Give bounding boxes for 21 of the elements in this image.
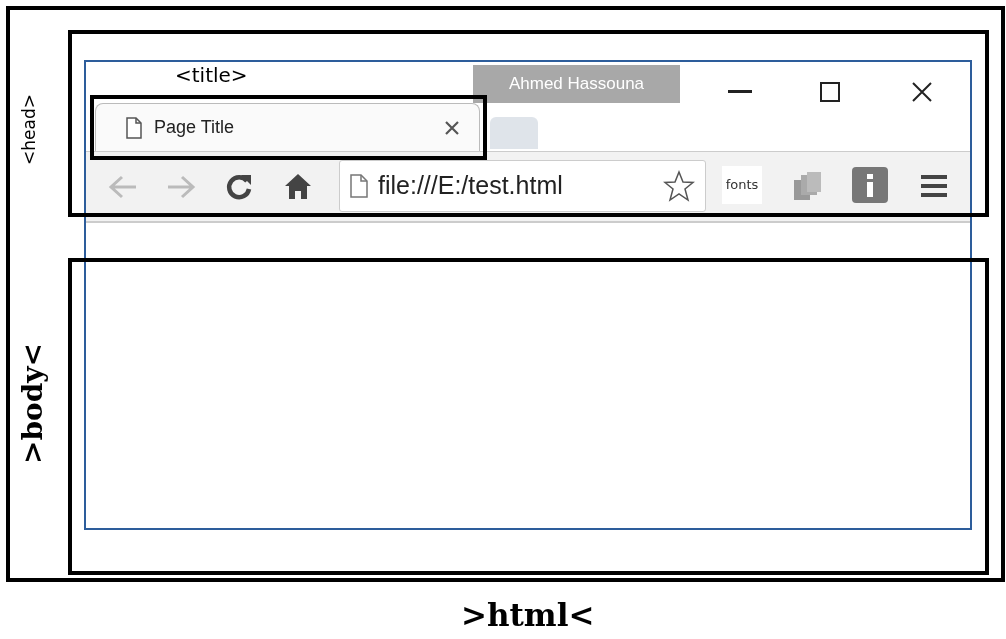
extension-icon[interactable] [792,170,824,202]
info-icon[interactable] [852,167,888,203]
maximize-icon[interactable] [820,82,840,102]
browser-tab[interactable]: Page Title [95,103,480,151]
extension-button[interactable]: fonts [722,166,762,204]
close-icon[interactable] [912,82,932,102]
minimize-icon[interactable] [728,90,752,94]
close-icon[interactable] [445,120,459,135]
address-text: file:///E:/test.html [378,170,564,202]
address-bar[interactable]: file:///E:/test.html [339,160,706,212]
page-icon [126,116,142,139]
menu-icon[interactable] [921,174,947,198]
star-icon[interactable] [663,170,695,202]
head-label: <head> [18,93,40,167]
home-icon[interactable] [284,172,312,200]
body-label: >body< [15,342,50,467]
reload-icon[interactable] [225,173,253,201]
tab-title: Page Title [154,116,236,139]
page-icon [350,174,368,198]
html-label: >html< [460,596,596,635]
title-label: <title> [175,62,248,88]
